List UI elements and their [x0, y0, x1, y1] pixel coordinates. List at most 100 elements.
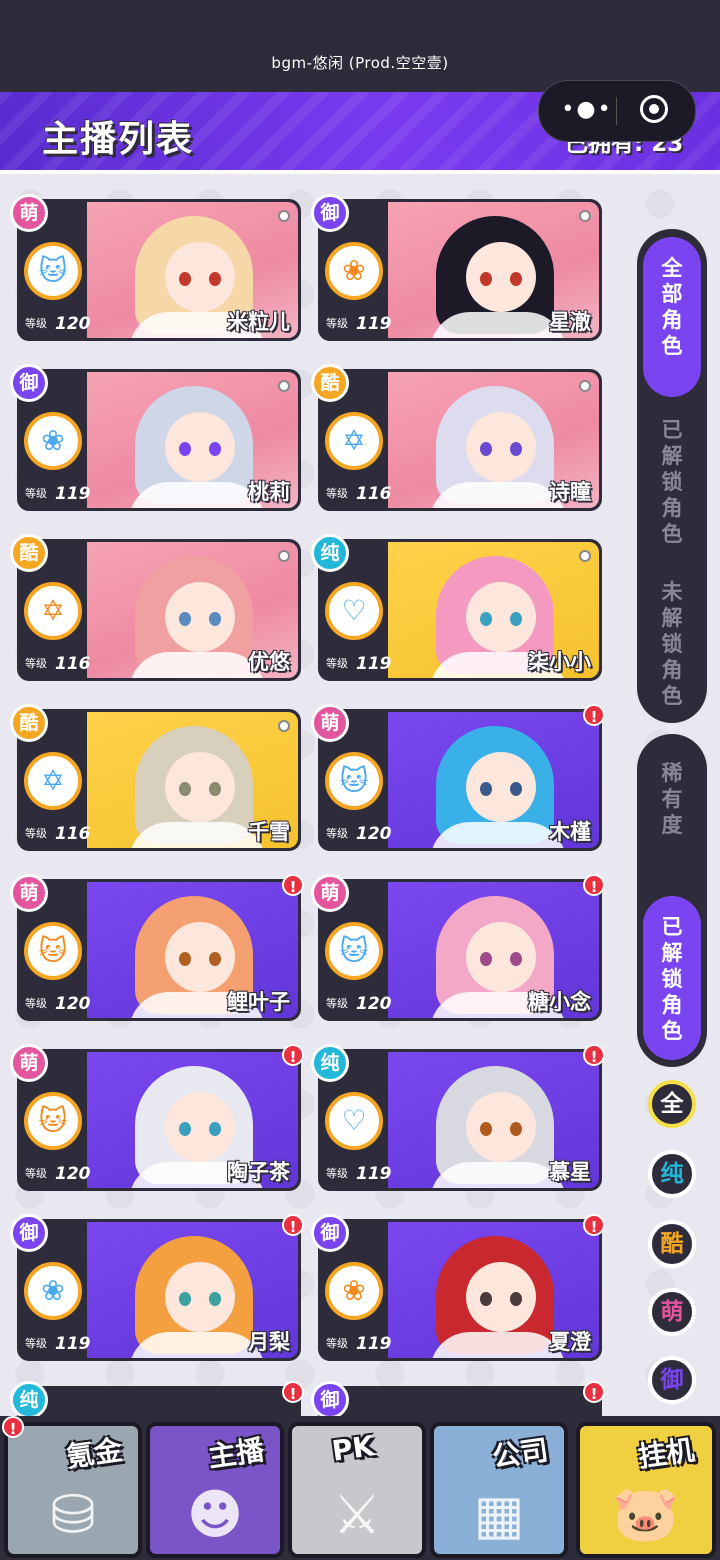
portrait-eye	[209, 1122, 221, 1136]
streamer-card[interactable]: ❀ 等级 119 月梨 御 !	[10, 1214, 304, 1361]
nav-label: 挂机	[636, 1433, 697, 1474]
streamer-card[interactable]: 🐱 等级 120 木槿 萌 !	[311, 704, 605, 851]
tab-rarity[interactable]: 稀有度	[643, 742, 701, 894]
portrait-eye	[179, 612, 191, 626]
portrait-eye	[209, 442, 221, 456]
level-label: 等级	[326, 997, 348, 1010]
level-value: 120	[55, 1164, 91, 1184]
type-tag: 纯	[10, 1381, 48, 1419]
portrait-eye	[510, 1122, 522, 1136]
heartbeat-icon: ♡	[325, 1092, 383, 1150]
target-icon[interactable]	[640, 95, 668, 123]
nav-tab[interactable]: ⛁ 氪金	[4, 1422, 142, 1558]
portrait-face	[165, 1262, 235, 1332]
streamer-name: 月梨	[248, 1330, 290, 1354]
type-filter-button[interactable]: 全	[648, 1080, 696, 1128]
portrait-eye	[510, 272, 522, 286]
portrait-face	[165, 752, 235, 822]
level-value: 116	[55, 654, 91, 674]
tab-unlocked-characters[interactable]: 已解锁角色	[643, 399, 701, 559]
cat-icon: 🐱	[325, 922, 383, 980]
nav-tab[interactable]: ☻ 主播	[146, 1422, 284, 1558]
portrait-eye	[179, 952, 191, 966]
portrait-eye	[510, 1292, 522, 1306]
status-dot	[278, 550, 290, 562]
level-label: 等级	[326, 827, 348, 840]
dots-icon[interactable]: •●•	[559, 97, 615, 125]
level-label: 等级	[326, 1337, 348, 1350]
streamer-card[interactable]: 🐱 等级 120 鲤叶子 萌 !	[10, 874, 304, 1021]
streamer-card[interactable]: ✡ 等级 116 优悠 酷	[10, 534, 301, 681]
streamer-card[interactable]: ❀ 等级 119 星澈 御	[311, 194, 602, 341]
tab-rarity-label: 稀有度	[661, 761, 683, 837]
mini-program-capsule: •●•	[538, 80, 696, 142]
rose-icon: ❀	[325, 1262, 383, 1320]
piggybank-icon: 🐷	[612, 1482, 680, 1545]
portrait-face	[165, 412, 235, 482]
cat-icon: 🐱	[24, 242, 82, 300]
portrait-eye	[179, 442, 191, 456]
streamer-card[interactable]: 🐱 等级 120 陶子茶 萌 !	[10, 1044, 304, 1191]
rose-icon: ❀	[325, 242, 383, 300]
rose-icon: ❀	[24, 412, 82, 470]
level-label: 等级	[25, 487, 47, 500]
streamer-name: 桃莉	[248, 480, 290, 504]
level-label: 等级	[326, 487, 348, 500]
alert-icon: !	[583, 704, 605, 726]
type-tag: 酷	[10, 534, 48, 572]
tab-all-characters[interactable]: 全部角色	[643, 237, 701, 397]
type-tag: 纯	[311, 534, 349, 572]
type-tag: 萌	[10, 1044, 48, 1082]
level-label: 等级	[25, 827, 47, 840]
status-dot	[278, 720, 290, 732]
capsule-divider	[616, 97, 617, 125]
tab-unlocked-label: 已解锁角色	[661, 418, 683, 546]
portrait-eye	[480, 272, 492, 286]
alert-icon: !	[282, 1214, 304, 1236]
streamer-card[interactable]: ✡ 等级 116 千雪 酷	[10, 704, 301, 851]
portrait-face	[165, 922, 235, 992]
level-label: 等级	[326, 1167, 348, 1180]
level-label: 等级	[25, 1337, 47, 1350]
streamer-card[interactable]: ♡ 等级 119 慕星 纯 !	[311, 1044, 605, 1191]
streamer-card[interactable]: 🐱 等级 120 米粒儿 萌	[10, 194, 301, 341]
streamer-name: 木槿	[549, 820, 591, 844]
streamer-card[interactable]: ❀ 等级 119 夏澄 御 !	[311, 1214, 605, 1361]
type-filter-button[interactable]: 萌	[648, 1288, 696, 1336]
type-tag: 萌	[10, 194, 48, 232]
tab-locked-characters[interactable]: 未解锁角色	[643, 561, 701, 721]
streamer-name: 千雪	[248, 820, 290, 844]
level-value: 119	[356, 1164, 392, 1184]
streamer-name: 鲤叶子	[227, 990, 290, 1014]
type-filter-button[interactable]: 纯	[648, 1150, 696, 1198]
star-icon: ✡	[325, 412, 383, 470]
nav-tab[interactable]: 🐷 挂机	[576, 1422, 716, 1558]
alert-icon: !	[2, 1416, 24, 1438]
status-dot	[579, 550, 591, 562]
portrait-eye	[179, 272, 191, 286]
streamer-card[interactable]: ✡ 等级 116 诗瞳 酷	[311, 364, 602, 511]
nav-tab[interactable]: ▦ 公司	[430, 1422, 568, 1558]
status-dot	[278, 380, 290, 392]
streamer-card[interactable]: 🐱 等级 120 糖小念 萌 !	[311, 874, 605, 1021]
tab-rarity-unlocked[interactable]: 已解锁角色	[643, 896, 701, 1060]
portrait-face	[466, 242, 536, 312]
streamer-name: 优悠	[248, 650, 290, 674]
streamer-name: 糖小念	[528, 990, 591, 1014]
type-tag: 御	[311, 1214, 349, 1252]
portrait-eye	[480, 442, 492, 456]
portrait-face	[466, 752, 536, 822]
type-tag: 酷	[311, 364, 349, 402]
level-label: 等级	[25, 317, 47, 330]
streamer-card[interactable]: ♡ 等级 119 柒小小 纯	[311, 534, 602, 681]
type-filter-button[interactable]: 御	[648, 1356, 696, 1404]
portrait-face	[165, 1092, 235, 1162]
portrait-eye	[209, 782, 221, 796]
nav-tab[interactable]: ⚔ PK	[288, 1422, 426, 1558]
type-tag: 酷	[10, 704, 48, 742]
pk-icon: ⚔	[332, 1483, 382, 1546]
streamer-card[interactable]: ❀ 等级 119 桃莉 御	[10, 364, 301, 511]
star-icon: ✡	[24, 582, 82, 640]
streamer-name: 诗瞳	[549, 480, 591, 504]
type-filter-button[interactable]: 酷	[648, 1220, 696, 1268]
